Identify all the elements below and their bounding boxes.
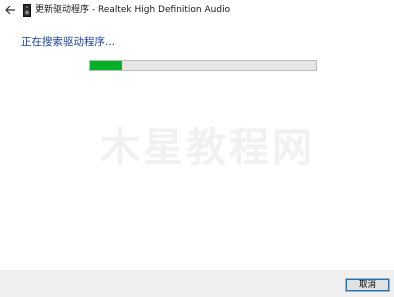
searching-status-heading: 正在搜索驱动程序... — [21, 36, 116, 48]
window-title: 更新驱动程序 - Realtek High Definition Audio — [35, 5, 231, 15]
dialog-footer: 取消 — [0, 270, 394, 297]
back-button[interactable] — [2, 2, 18, 18]
speaker-device-icon — [23, 4, 31, 17]
title-bar: 更新驱动程序 - Realtek High Definition Audio — [0, 0, 394, 22]
progress-bar-fill — [90, 61, 122, 70]
watermark-logo: 木星教程网 — [100, 125, 315, 171]
search-progress-bar — [89, 60, 317, 71]
back-arrow-icon — [4, 5, 15, 15]
cancel-button[interactable]: 取消 — [345, 278, 390, 292]
